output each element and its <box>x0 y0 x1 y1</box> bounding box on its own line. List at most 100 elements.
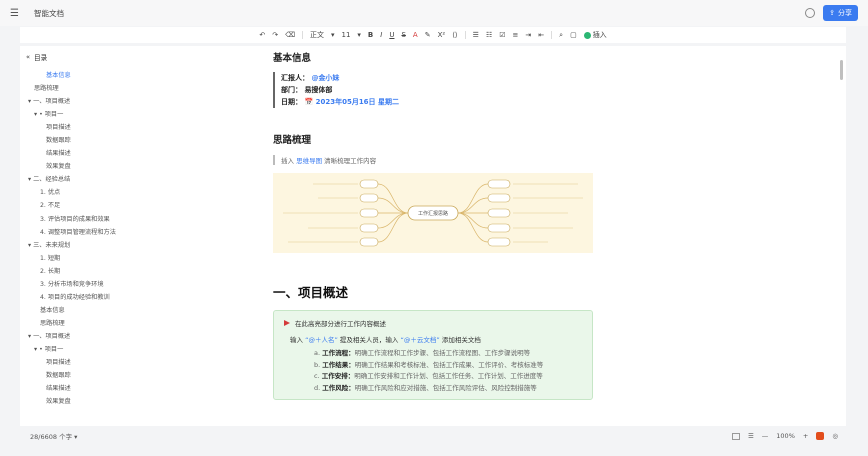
instruction-part: 提及相关人员，输入 <box>339 336 399 344</box>
list-view-icon[interactable]: ☰ <box>748 432 754 440</box>
toolbar-divider <box>301 31 303 39</box>
outline-item[interactable]: 项目描述 <box>26 121 246 134</box>
bullet-list-icon[interactable]: ☰ <box>473 31 479 39</box>
outline-item[interactable]: 3. 分析市场和竞争环境 <box>26 278 246 291</box>
zoom-out-button[interactable]: — <box>762 432 769 440</box>
flag-icon <box>284 320 290 326</box>
outline-panel: « 目录 基本信息 思路梳理 ▾ 一、项目概述 ▾ • 项目一 项目描述 数据跟踪 结果描述… <box>26 52 246 408</box>
ordered-list-icon[interactable]: ☷ <box>486 31 492 39</box>
help-icon[interactable]: ◎ <box>832 432 838 440</box>
highlight-callout[interactable]: 在此高亮部分进行工作内容概述 输入 “@＋人名” 提及相关人员，输入 “@＋云文… <box>273 310 593 400</box>
document-title: 智能文档 <box>34 8 64 18</box>
outline-item[interactable]: 基本信息 <box>26 69 246 82</box>
outline-item[interactable]: 4. 项目的成功经验和教训 <box>26 291 246 304</box>
outline-item[interactable]: 数据跟踪 <box>26 369 246 382</box>
font-size-select[interactable]: 11 <box>341 31 350 39</box>
department-row: 部门： 易搜体部 <box>281 84 603 96</box>
undo-icon[interactable]: ↶ <box>259 31 265 39</box>
insert-label: 插入 <box>592 31 607 39</box>
share-button[interactable]: ⇪ 分享 <box>823 5 858 21</box>
outline-item[interactable]: 思路梳理 <box>26 317 246 330</box>
outline-item[interactable]: ▾ 二、经验总结 <box>26 173 246 186</box>
basic-info-block: 汇报人： @金小妹 部门： 易搜体部 日期： 📅 2023年05月16日 星期二 <box>273 72 603 108</box>
instruction-part: 添加相关文档 <box>441 336 481 344</box>
department-value: 易搜体部 <box>304 86 333 94</box>
outline-item[interactable]: ▾ • 项目一 <box>26 108 246 121</box>
outline-item[interactable]: 思路梳理 <box>26 82 246 95</box>
heading-project-overview: 一、项目概述 <box>273 285 349 300</box>
outline-item[interactable]: ▾ 三、未来规划 <box>26 239 246 252</box>
paragraph-style-select[interactable]: 正文 <box>310 30 324 40</box>
search-icon[interactable]: ⌕ <box>559 31 563 40</box>
highlight-button[interactable]: ✎ <box>425 31 431 39</box>
present-icon[interactable] <box>816 432 825 440</box>
outline-item[interactable]: 项目描述 <box>26 356 246 369</box>
mindmap-link[interactable]: 思维导图 <box>296 157 322 165</box>
list-number: b. <box>314 360 321 369</box>
zoom-in-button[interactable]: + <box>803 432 808 440</box>
outline-item[interactable]: ▾ • 项目一 <box>26 343 246 356</box>
work-list-item: b. 工作结果：明确工作结果和考核标准、包括工作成果、工作评价、考核标准等 <box>314 360 582 372</box>
department-label: 部门： <box>281 86 302 94</box>
work-list-item: c. 工作安排：明确工作安排和工作计划、包括工作任务、工作计划、工作进度等 <box>314 371 582 383</box>
chevron-down-icon: ▾ <box>357 31 361 39</box>
share-icon: ⇪ <box>829 9 835 17</box>
document-body: 基本信息 汇报人： @金小妹 部门： 易搜体部 日期： 📅 2023年05月16… <box>273 50 603 400</box>
format-toolbar: ↶ ↷ ⌫ 正文 ▾ 11 ▾ B I U S A ✎ X² ⟨⟩ ☰ ☷ ☑ … <box>20 27 846 43</box>
document-page: « 目录 基本信息 思路梳理 ▾ 一、项目概述 ▾ • 项目一 项目描述 数据跟踪 结果描述… <box>20 46 846 426</box>
instruction-mention-person: “@＋人名” <box>305 336 338 344</box>
idea-suffix: 清晰梳理工作内容 <box>324 157 377 165</box>
superscript-button[interactable]: X² <box>438 31 446 39</box>
scrollbar-thumb[interactable] <box>840 60 843 80</box>
page-view-icon[interactable] <box>731 432 740 440</box>
status-bar: 28/6608 个字 ▾ ☰ — 100% + ◎ <box>0 428 868 444</box>
underline-button[interactable]: U <box>389 31 394 39</box>
align-icon[interactable]: ≡ <box>513 31 519 39</box>
format-painter-icon[interactable]: ⌫ <box>285 31 295 39</box>
date-chip[interactable]: 📅 2023年05月16日 星期二 <box>304 98 399 106</box>
mindmap-image[interactable]: 工作汇报思路 <box>273 173 593 253</box>
outline-item[interactable]: 数据跟踪 <box>26 134 246 147</box>
work-list-item: a. 工作流程：明确工作流程和工作步骤、包括工作流程图、工作步骤说明等 <box>314 348 582 360</box>
callout-instruction: 输入 “@＋人名” 提及相关人员，输入 “@＋云文档” 添加相关文档 <box>284 334 582 344</box>
code-button[interactable]: ⟨⟩ <box>452 31 457 39</box>
outline-item[interactable]: ▾ 一、项目概述 <box>26 330 246 343</box>
insert-button[interactable]: 插入 <box>583 30 607 40</box>
word-count[interactable]: 28/6608 个字 ▾ <box>30 431 77 441</box>
outline-item[interactable]: 效果复盘 <box>26 160 246 173</box>
outline-item[interactable]: 1. 短期 <box>26 252 246 265</box>
outline-item[interactable]: 效果复盘 <box>26 395 246 408</box>
font-color-button[interactable]: A <box>413 31 418 39</box>
bold-button[interactable]: B <box>368 31 373 39</box>
task-list-icon[interactable]: ☑ <box>499 31 505 39</box>
outline-item[interactable]: 4. 调整项目管理流程和方法 <box>26 226 246 239</box>
strikethrough-button[interactable]: S <box>401 31 405 39</box>
date-label: 日期： <box>281 98 302 106</box>
zoom-level: 100% <box>776 432 795 440</box>
list-item-text: 明确工作安排和工作计划、包括工作任务、工作计划、工作进度等 <box>354 372 543 380</box>
outdent-icon[interactable]: ⇤ <box>538 31 544 39</box>
outline-item[interactable]: 1. 优点 <box>26 186 246 199</box>
outline-item[interactable]: 3. 评估项目的成果和效果 <box>26 213 246 226</box>
italic-button[interactable]: I <box>380 31 382 39</box>
list-item-title: 工作流程： <box>322 349 355 357</box>
outline-item[interactable]: 结果描述 <box>26 147 246 160</box>
outline-item[interactable]: 2. 长期 <box>26 265 246 278</box>
reporter-mention[interactable]: @金小妹 <box>311 74 339 82</box>
heading-idea: 思路梳理 <box>273 135 312 146</box>
title-bar: ☰ 智能文档 ⇪ 分享 <box>0 0 868 26</box>
work-list: a. 工作流程：明确工作流程和工作步骤、包括工作流程图、工作步骤说明等 b. 工作… <box>284 348 582 394</box>
outline-item[interactable]: ▾ 一、项目概述 <box>26 95 246 108</box>
outline-item[interactable]: 基本信息 <box>26 304 246 317</box>
instruction-part: 输入 <box>290 336 303 344</box>
outline-item[interactable]: 结果描述 <box>26 382 246 395</box>
menu-icon[interactable]: ☰ <box>10 8 26 19</box>
toolbar-divider <box>551 31 553 39</box>
outline-item[interactable]: 2. 不足 <box>26 199 246 212</box>
titlebar-actions: ⇪ 分享 <box>805 5 858 21</box>
indent-icon[interactable]: ⇥ <box>525 31 531 39</box>
outline-header[interactable]: « 目录 <box>26 52 246 62</box>
redo-icon[interactable]: ↷ <box>272 31 278 39</box>
comment-icon[interactable]: ▢ <box>570 31 577 39</box>
history-icon[interactable] <box>805 8 816 18</box>
